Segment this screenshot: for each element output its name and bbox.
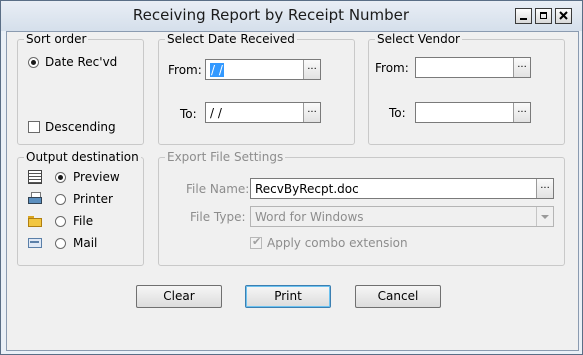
vendor-to-browse-button[interactable]: ... <box>513 103 530 122</box>
combo-extension-checkbox[interactable]: ✔ <box>250 235 262 249</box>
date-from-input[interactable]: / / ... <box>205 59 321 80</box>
descending-checkbox[interactable] <box>28 121 40 133</box>
output-preview-radio[interactable] <box>55 172 66 183</box>
date-received-legend: Select Date Received <box>165 32 297 46</box>
export-settings-legend: Export File Settings <box>165 150 286 164</box>
output-file-label: File <box>73 214 94 228</box>
vendor-from-input[interactable]: ... <box>415 57 531 78</box>
output-printer-radio[interactable] <box>55 194 66 205</box>
sort-order-legend: Sort order <box>24 32 89 46</box>
folder-icon <box>28 214 42 228</box>
printer-icon <box>28 192 42 206</box>
vendor-from-browse-button[interactable]: ... <box>513 58 530 77</box>
combo-extension-label: Apply combo extension <box>267 236 408 250</box>
print-button[interactable]: Print <box>245 285 331 308</box>
sort-order-group: Sort order Date Rec'vd Descending <box>17 32 144 145</box>
title-bar[interactable]: Receiving Report by Receipt Number <box>1 1 582 31</box>
vendor-to-input[interactable]: ... <box>415 102 531 123</box>
close-button[interactable] <box>555 8 572 24</box>
chevron-down-icon <box>536 207 553 226</box>
output-file-radio[interactable] <box>55 216 66 227</box>
output-mail-radio[interactable] <box>55 238 66 249</box>
date-received-group: Select Date Received From: / / ... To: /… <box>158 32 355 145</box>
file-name-label: File Name: <box>186 182 250 196</box>
cancel-button[interactable]: Cancel <box>355 285 441 308</box>
clear-button[interactable]: Clear <box>136 285 222 308</box>
sort-date-radio[interactable] <box>28 57 39 68</box>
file-name-input[interactable]: RecvByRecpt.doc ... <box>250 178 554 199</box>
output-destination-legend: Output destination <box>24 150 141 164</box>
date-from-value: / / <box>210 63 224 77</box>
file-type-label: File Type: <box>190 210 246 224</box>
output-preview-label: Preview <box>73 170 120 184</box>
vendor-group: Select Vendor From: ... To: ... <box>368 32 565 145</box>
date-to-label: To: <box>180 107 197 121</box>
date-to-value: / / <box>210 106 222 120</box>
descending-label: Descending <box>45 120 116 134</box>
preview-icon <box>28 170 42 184</box>
output-printer-label: Printer <box>73 192 113 206</box>
output-destination-group: Output destination Preview Printer File … <box>17 150 144 266</box>
file-type-value: Word for Windows <box>255 210 364 224</box>
output-mail-label: Mail <box>73 236 98 250</box>
maximize-icon <box>540 12 547 19</box>
vendor-to-label: To: <box>389 106 406 120</box>
file-type-select[interactable]: Word for Windows <box>250 206 554 227</box>
date-to-browse-button[interactable]: ... <box>303 103 320 122</box>
minimize-button[interactable] <box>515 8 532 24</box>
file-name-value: RecvByRecpt.doc <box>255 182 359 196</box>
window-title: Receiving Report by Receipt Number <box>132 6 410 24</box>
date-from-browse-button[interactable]: ... <box>303 60 320 79</box>
vendor-from-label: From: <box>375 61 409 75</box>
mail-icon <box>28 236 42 250</box>
checkmark-icon: ✔ <box>252 235 262 248</box>
date-from-label: From: <box>168 63 202 77</box>
date-to-input[interactable]: / / ... <box>205 102 321 123</box>
dialog-body: Sort order Date Rec'vd Descending Select… <box>6 31 579 351</box>
file-name-browse-button[interactable]: ... <box>536 179 553 198</box>
vendor-legend: Select Vendor <box>375 32 462 46</box>
minimize-icon <box>520 18 527 20</box>
close-icon <box>559 11 568 20</box>
export-settings-group: Export File Settings File Name: RecvByRe… <box>158 150 565 266</box>
maximize-button[interactable] <box>535 8 552 24</box>
report-dialog: Receiving Report by Receipt Number Sort … <box>0 0 583 355</box>
sort-date-label: Date Rec'vd <box>45 55 118 69</box>
